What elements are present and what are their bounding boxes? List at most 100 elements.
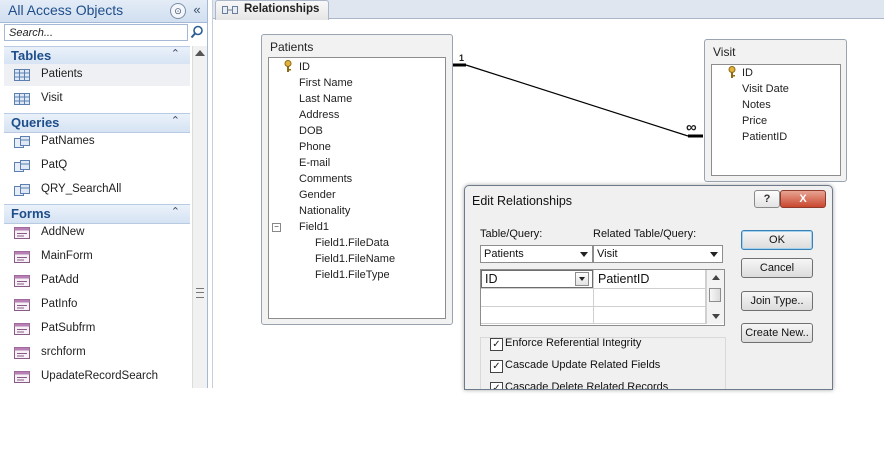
field-gender[interactable]: Gender: [299, 189, 336, 201]
scroll-down-arrow-icon[interactable]: [712, 314, 720, 319]
field-field1-filetype[interactable]: Field1.FileType: [315, 269, 390, 281]
nav-item-label: srchform: [41, 346, 86, 358]
field-first-name[interactable]: First Name: [299, 77, 353, 89]
table-query-label: Table/Query:: [480, 228, 543, 240]
ok-button[interactable]: OK: [741, 230, 813, 250]
field-id[interactable]: ID: [742, 67, 753, 79]
search-icon[interactable]: [190, 25, 204, 39]
field-last-name[interactable]: Last Name: [299, 93, 352, 105]
grid-cell-right[interactable]: [594, 289, 706, 307]
grid-cell-left[interactable]: ID: [481, 270, 594, 289]
nav-item-patnames[interactable]: PatNames: [4, 131, 190, 153]
shutter-bar-collapse-icon[interactable]: «: [190, 2, 204, 18]
table-query-select[interactable]: Patients: [480, 245, 593, 263]
group-header-queries[interactable]: Queries ⌃: [4, 113, 190, 133]
cascade-update-checkbox[interactable]: ✓: [490, 360, 503, 373]
nav-dropdown-icon[interactable]: ⊙: [170, 3, 186, 19]
nav-scrollbar[interactable]: [192, 46, 207, 388]
field-comments[interactable]: Comments: [299, 173, 352, 185]
field-visit-date[interactable]: Visit Date: [742, 83, 789, 95]
scroll-thumb[interactable]: [709, 288, 721, 302]
nav-item-qry-searchall[interactable]: QRY_SearchAll: [4, 179, 190, 201]
collapse-group-icon[interactable]: ⌃: [171, 47, 180, 60]
nav-item-addnew[interactable]: AddNew: [4, 222, 190, 244]
grid-cell-left[interactable]: [481, 307, 594, 324]
related-table-query-select[interactable]: Visit: [593, 245, 723, 263]
navigation-pane-header[interactable]: All Access Objects ⊙ «: [0, 0, 207, 23]
cascade-update-label[interactable]: Cascade Update Related Fields: [505, 359, 660, 371]
field-id[interactable]: ID: [299, 61, 310, 73]
scroll-up-arrow-icon[interactable]: [712, 275, 720, 280]
navigation-pane: All Access Objects ⊙ « Search... Tables …: [0, 0, 208, 388]
nav-item-label: PatAdd: [41, 274, 79, 286]
nav-item-patients[interactable]: Patients: [4, 64, 190, 86]
nav-item-srchform[interactable]: srchform: [4, 342, 190, 364]
help-button[interactable]: ?: [754, 190, 780, 208]
grid-scrollbar[interactable]: [706, 270, 724, 324]
form-icon: [14, 299, 30, 311]
scroll-grip-icon[interactable]: [196, 288, 204, 298]
field-phone[interactable]: Phone: [299, 141, 331, 153]
field-email[interactable]: E-mail: [299, 157, 330, 169]
field-address[interactable]: Address: [299, 109, 339, 121]
chevron-down-icon[interactable]: [708, 248, 720, 260]
nav-item-patq[interactable]: PatQ: [4, 155, 190, 177]
navigation-pane-title[interactable]: All Access Objects: [8, 2, 123, 18]
nav-item-label: PatInfo: [41, 298, 78, 310]
grid-cell-left[interactable]: [481, 289, 594, 307]
one-side-label: 1: [459, 53, 465, 63]
form-icon: [14, 371, 30, 383]
query-icon: [14, 184, 30, 196]
group-label: Forms: [11, 206, 51, 221]
field-price[interactable]: Price: [742, 115, 767, 127]
enforce-integrity-label[interactable]: Enforce Referential Integrity: [505, 337, 641, 349]
grid-cell-text: ID: [485, 272, 498, 286]
close-button[interactable]: X: [780, 190, 826, 208]
field-field1-filename[interactable]: Field1.FileName: [315, 253, 395, 265]
group-header-tables[interactable]: Tables ⌃: [4, 46, 190, 66]
cascade-delete-label[interactable]: Cascade Delete Related Records: [505, 381, 668, 389]
nav-item-upadaterecordsearch[interactable]: UpadateRecordSearch: [4, 366, 190, 388]
navigation-list: Tables ⌃ Patients Visit Queries ⌃ PatNam…: [0, 46, 191, 388]
field-dob[interactable]: DOB: [299, 125, 323, 137]
visit-table-window[interactable]: Visit ID Visit Date Notes Price PatientI…: [704, 39, 847, 182]
nav-item-mainform[interactable]: MainForm: [4, 246, 190, 268]
search-input[interactable]: Search...: [4, 24, 188, 41]
grid-cell-right[interactable]: [594, 307, 706, 324]
create-new-button[interactable]: Create New..: [741, 323, 813, 343]
field-nationality[interactable]: Nationality: [299, 205, 350, 217]
nav-item-label: AddNew: [41, 226, 85, 238]
chevron-down-icon[interactable]: [578, 248, 590, 260]
chevron-down-icon[interactable]: [575, 272, 589, 286]
cancel-button[interactable]: Cancel: [741, 258, 813, 278]
field-list[interactable]: ID Visit Date Notes Price PatientID: [711, 64, 841, 176]
cascade-delete-checkbox[interactable]: ✓: [490, 382, 503, 389]
nav-item-visit[interactable]: Visit: [4, 88, 190, 110]
table-title[interactable]: Visit: [713, 45, 735, 59]
grid-cell-right[interactable]: PatientID: [594, 270, 706, 289]
field-patientid[interactable]: PatientID: [742, 131, 787, 143]
nav-item-patinfo[interactable]: PatInfo: [4, 294, 190, 316]
patients-table-window[interactable]: Patients ID First Name Last Name Address…: [261, 34, 453, 325]
group-label: Tables: [11, 48, 52, 63]
nav-item-patsubfrm[interactable]: PatSubfrm: [4, 318, 190, 340]
nav-item-label: PatSubfrm: [41, 322, 96, 334]
nav-item-label: UpadateRecordSearch: [41, 370, 158, 382]
field-field1[interactable]: Field1: [299, 221, 329, 233]
related-table-query-value: Visit: [597, 248, 618, 260]
field-list[interactable]: ID First Name Last Name Address DOB Phon…: [268, 57, 446, 319]
collapse-group-icon[interactable]: ⌃: [171, 114, 180, 127]
field-field1-filedata[interactable]: Field1.FileData: [315, 237, 389, 249]
enforce-integrity-checkbox[interactable]: ✓: [490, 338, 503, 351]
collapse-field-icon[interactable]: −: [272, 223, 281, 232]
join-type-button[interactable]: Join Type..: [741, 291, 813, 311]
table-title[interactable]: Patients: [270, 40, 313, 54]
collapse-group-icon[interactable]: ⌃: [171, 205, 180, 218]
scroll-up-arrow-icon[interactable]: [195, 50, 205, 56]
nav-item-patadd[interactable]: PatAdd: [4, 270, 190, 292]
query-icon: [14, 160, 30, 172]
nav-item-label: PatNames: [41, 135, 95, 147]
related-table-query-label: Related Table/Query:: [593, 228, 697, 240]
group-header-forms[interactable]: Forms ⌃: [4, 204, 190, 224]
field-notes[interactable]: Notes: [742, 99, 771, 111]
